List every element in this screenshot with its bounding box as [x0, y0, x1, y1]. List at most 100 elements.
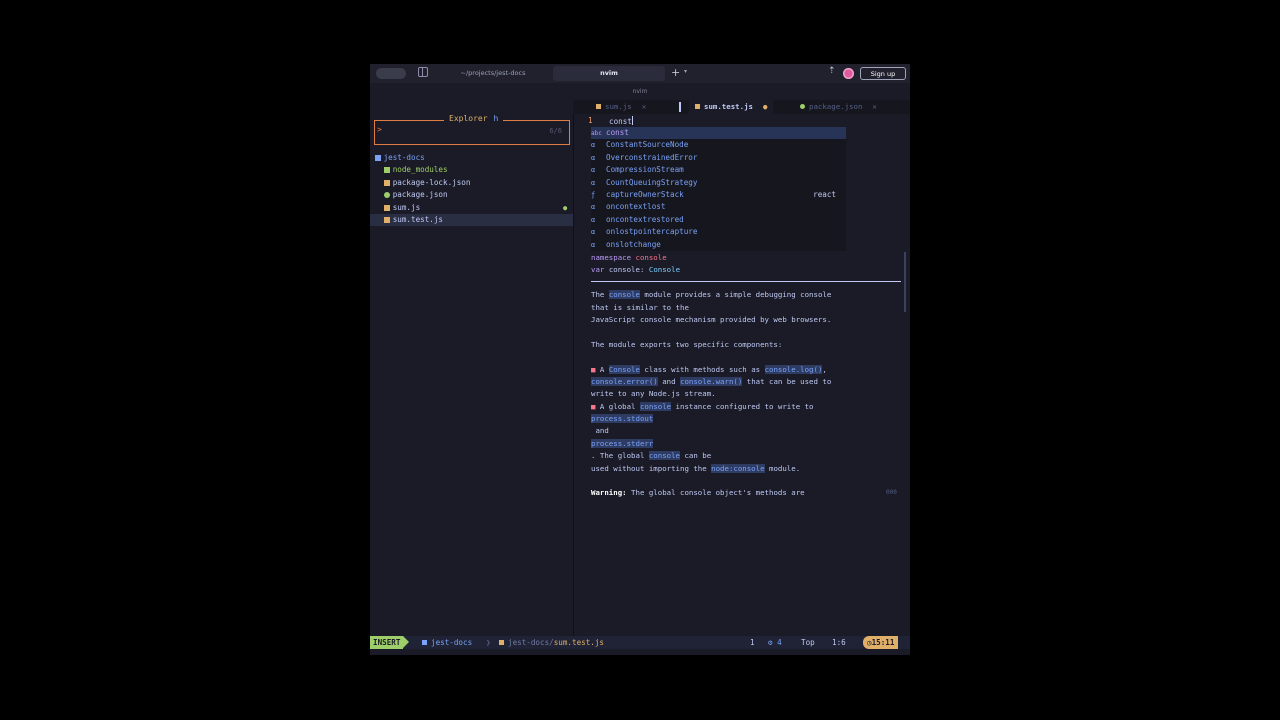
completion-item[interactable]: α ConstantSourceNode: [591, 139, 846, 151]
buffer-tab-sum-js[interactable]: sum.js ✕: [596, 100, 646, 114]
completion-label: ConstantSourceNode: [606, 140, 689, 150]
completion-label: OverconstrainedError: [606, 152, 698, 162]
code-line[interactable]: const: [609, 116, 633, 126]
tree-item[interactable]: package.json: [370, 189, 573, 201]
doc-text: console.error() and console.warn() that …: [591, 376, 832, 386]
completion-item[interactable]: abc const: [591, 127, 846, 140]
completion-kind-icon: α: [591, 215, 596, 224]
status-lsp: ⚙ 4: [768, 638, 782, 647]
explorer-panel: Explorer h > 6/6 jest-docs node_modules p…: [370, 100, 573, 636]
tree-item-label: package-lock.json: [392, 177, 471, 187]
new-tab-button[interactable]: +: [671, 66, 680, 79]
npm-icon: [383, 192, 390, 199]
close-icon[interactable]: ✕: [872, 102, 876, 111]
folder-icon: [374, 155, 381, 161]
doc-text: . The global console can be: [591, 451, 712, 461]
window-controls[interactable]: [376, 68, 406, 79]
doc-scrollbar[interactable]: [904, 252, 906, 312]
completion-source: react: [813, 189, 836, 199]
completion-label: CountQueuingStrategy: [606, 177, 698, 187]
buffer-tab-sum-test-js[interactable]: sum.test.js ●: [689, 100, 774, 114]
js-icon: [383, 216, 390, 223]
doc-text: The console module provides a simple deb…: [591, 290, 832, 300]
doc-text: JavaScript console mechanism provided by…: [591, 314, 832, 324]
doc-text: The module exports two specific componen…: [591, 339, 783, 349]
explorer-title: Explorer h: [444, 114, 504, 123]
tree-item[interactable]: node_modules: [370, 164, 573, 176]
explorer-prompt: >: [377, 125, 382, 134]
close-icon[interactable]: ✕: [642, 102, 646, 111]
completion-item[interactable]: α oncontextrestored: [591, 214, 846, 226]
npm-file-icon: [800, 104, 805, 109]
js-file-icon: [499, 640, 504, 645]
js-file-icon: [596, 104, 601, 109]
completion-label: oncontextlost: [606, 202, 666, 212]
tree-item[interactable]: package-lock.json: [370, 177, 573, 189]
completion-kind-icon: α: [591, 153, 596, 162]
status-file: jest-docs/sum.test.js: [499, 636, 604, 649]
completion-item[interactable]: α OverconstrainedError: [591, 152, 846, 164]
tree-item-label: package.json: [392, 190, 448, 200]
status-cursor-position: 1:6: [832, 638, 846, 647]
doc-signature-namespace: namespace console: [591, 253, 667, 262]
completion-item[interactable]: α CountQueuingStrategy: [591, 177, 846, 189]
json-icon: [383, 179, 390, 186]
tree-item[interactable]: jest-docs: [370, 152, 573, 164]
doc-warning: Warning: The global console object's met…: [591, 488, 805, 498]
completion-kind-icon: α: [591, 141, 596, 150]
documentation-popup: namespace console var console: Console T…: [591, 252, 901, 500]
js-file-icon: [695, 104, 700, 109]
completion-kind-icon: α: [591, 240, 596, 249]
completion-label: captureOwnerStack: [606, 189, 684, 199]
completion-kind-icon: α: [591, 203, 596, 212]
doc-text: and: [591, 426, 609, 436]
explorer-search-box[interactable]: Explorer h > 6/6: [374, 114, 570, 145]
completion-kind-icon: ƒ: [591, 190, 596, 199]
doc-signature-var: var console: Console: [591, 265, 681, 275]
folder-icon: [422, 640, 427, 645]
explorer-count: 6/6: [549, 127, 562, 135]
completion-item[interactable]: α CompressionStream: [591, 164, 846, 176]
tree-item-label: jest-docs: [383, 153, 425, 162]
doc-text: that is similar to the: [591, 302, 689, 312]
sidebar-toggle-icon[interactable]: [418, 67, 428, 77]
completion-label: const: [606, 128, 629, 137]
tree-item[interactable]: sum.test.js: [370, 213, 573, 227]
completion-item[interactable]: α onlostpointercapture: [591, 226, 846, 238]
status-directory: jest-docs: [422, 636, 472, 649]
title-bar: ~/projects/jest-docs nvim + ▾ ⇡ Sign up: [370, 64, 910, 83]
text-cursor: [631, 116, 633, 125]
completion-kind-icon: α: [591, 166, 596, 175]
window-subtitle: nvim: [632, 88, 648, 95]
breadcrumb-separator: ❯: [486, 638, 491, 647]
tree-item[interactable]: sum.js ●: [370, 202, 573, 214]
doc-text: process.stdout: [591, 414, 654, 424]
completion-menu: abc const α ConstantSourceNode α Overconstrai…: [591, 127, 846, 251]
tree-item-label: node_modules: [392, 165, 448, 175]
signup-button[interactable]: Sign up: [860, 67, 906, 80]
file-tree: jest-docs node_modules package-lock.json…: [370, 152, 573, 227]
tab-separator: [679, 102, 681, 112]
doc-text: process.stderr: [591, 438, 654, 448]
terminal-window: ~/projects/jest-docs nvim + ▾ ⇡ Sign up …: [370, 64, 910, 655]
editor-pane[interactable]: 1 const abc const α ConstantSourceNode α Over…: [573, 114, 910, 636]
completion-item[interactable]: α onslotchange: [591, 239, 846, 251]
doc-bullet: ■ A global console instance configured t…: [591, 401, 814, 411]
folder-icon: [383, 167, 390, 174]
completion-item[interactable]: α oncontextlost: [591, 201, 846, 213]
completion-label: oncontextrestored: [606, 214, 684, 224]
tab-path[interactable]: ~/projects/jest-docs: [430, 66, 556, 81]
doc-divider: [591, 281, 901, 282]
buffer-tab-package-json[interactable]: package.json ✕: [800, 100, 877, 114]
js-icon: [383, 204, 390, 211]
status-clock: ◷15:11: [863, 636, 899, 649]
doc-text: write to any Node.js stream.: [591, 389, 716, 399]
completion-item[interactable]: ƒ captureOwnerStack react: [591, 189, 846, 201]
line-number: 1: [588, 116, 593, 125]
avatar[interactable]: [843, 68, 854, 79]
tab-nvim[interactable]: nvim: [553, 66, 665, 81]
share-icon[interactable]: ⇡: [828, 66, 836, 76]
mode-indicator: INSERT: [370, 636, 410, 649]
completion-label: CompressionStream: [606, 165, 684, 175]
chevron-down-icon[interactable]: ▾: [684, 68, 687, 75]
